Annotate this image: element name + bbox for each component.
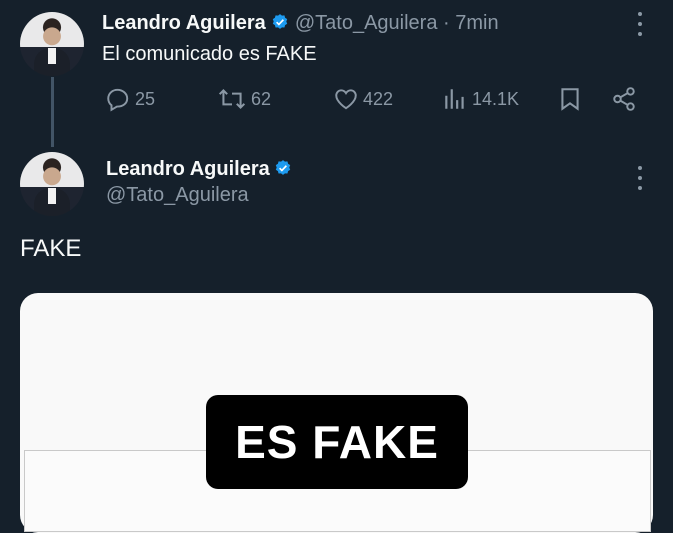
author-handle[interactable]: @Tato_Aguilera bbox=[295, 12, 438, 34]
author-name-row: Leandro Aguilera bbox=[106, 158, 292, 181]
author-name[interactable]: Leandro Aguilera bbox=[102, 12, 266, 34]
reply-button[interactable]: 25 bbox=[105, 86, 155, 112]
share-button[interactable] bbox=[611, 86, 637, 112]
verified-badge-icon bbox=[275, 160, 291, 175]
retweet-icon bbox=[218, 88, 246, 110]
author-handle[interactable]: @Tato_Aguilera bbox=[106, 184, 249, 207]
reply-count: 25 bbox=[135, 88, 156, 109]
verified-badge-icon bbox=[273, 14, 288, 29]
thread-line bbox=[51, 77, 54, 147]
tweet-header: Leandro Aguilera @Tato_Aguilera · 7min bbox=[102, 12, 499, 35]
bookmark-icon bbox=[561, 88, 579, 111]
tweet-text: El comunicado es FAKE bbox=[102, 43, 317, 65]
like-count: 422 bbox=[363, 88, 394, 109]
avatar[interactable] bbox=[20, 12, 84, 76]
author-name[interactable]: Leandro Aguilera bbox=[106, 158, 270, 180]
retweet-count: 62 bbox=[251, 88, 272, 109]
tweet-text: FAKE bbox=[20, 235, 82, 262]
es-fake-banner: ES FAKE bbox=[206, 395, 468, 489]
views-count: 14.1K bbox=[472, 88, 520, 109]
more-options-icon[interactable] bbox=[637, 166, 643, 190]
bookmark-button[interactable] bbox=[557, 86, 583, 112]
retweet-button[interactable]: 62 bbox=[217, 86, 271, 112]
reply-icon bbox=[107, 88, 129, 112]
avatar[interactable] bbox=[20, 152, 84, 216]
like-icon bbox=[335, 89, 357, 110]
more-options-icon[interactable] bbox=[637, 12, 643, 36]
share-icon bbox=[613, 87, 635, 111]
tweet-time[interactable]: · 7min bbox=[443, 12, 499, 34]
views-icon bbox=[445, 89, 464, 109]
views-button[interactable]: 14.1K bbox=[442, 86, 519, 112]
like-button[interactable]: 422 bbox=[333, 86, 393, 112]
